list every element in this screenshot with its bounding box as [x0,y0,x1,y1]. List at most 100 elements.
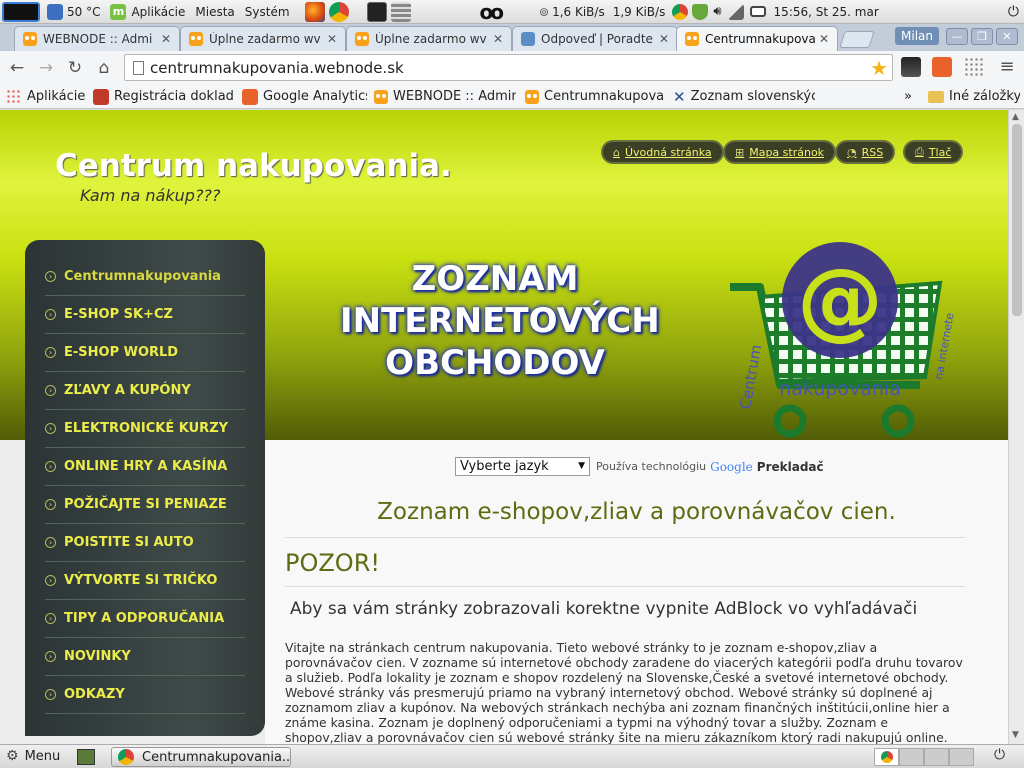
show-desktop-icon[interactable] [77,749,95,765]
tab-close-icon[interactable]: ✕ [161,32,171,46]
bookmark-centrum[interactable]: Centrumnakupovar [525,87,665,106]
os-taskbar: ⚙ Menu Centrumnakupovania... ⏻ [0,744,1024,768]
scrollbar-thumb[interactable] [1012,124,1022,316]
workspace-switcher[interactable] [874,748,974,766]
tab-odpoved[interactable]: Odpoveď | Poradte ✕ [512,26,678,51]
menu-item-eshop-world[interactable]: › E-SHOP WORLD [45,334,245,372]
launcher-terminal[interactable] [365,0,389,24]
menu-item-tricko[interactable]: › VÝTVORTE SI TRIČKO [45,562,245,600]
tab-close-icon[interactable]: ✕ [819,32,829,46]
profile-button[interactable]: Milan [895,27,939,45]
tab-close-icon[interactable]: ✕ [659,32,669,46]
tab-label: WEBNODE :: Admi [43,32,153,46]
tray-signal[interactable] [725,0,747,24]
system-monitor[interactable]: oo [475,0,506,24]
link-home[interactable]: ⌂ Úvodná stránka [601,140,724,164]
chrome-tray-icon [672,3,689,20]
net-down-label: 1,6 KiB/s [552,4,605,19]
menu-places[interactable]: Miesta [190,0,239,24]
menu-item-odkazy[interactable]: › ODKAZY [45,676,245,714]
tab-zadarmo-1[interactable]: Úplne zadarmo wv ✕ [180,26,346,51]
site-title[interactable]: Centrum nakupovania. [55,148,452,184]
taskbar-window-chrome[interactable]: Centrumnakupovania... [111,747,291,767]
menu-item-hry[interactable]: › ONLINE HRY A KASÍNA [45,448,245,486]
menu-item-centrumnakupovania[interactable]: › Centrumnakupovania [45,258,245,296]
circle-arrow-icon: › [45,461,56,472]
menu-item-novinky[interactable]: › NOVINKY [45,638,245,676]
workspace-3[interactable] [924,748,949,766]
bookmark-other[interactable]: Iné záložky [928,87,1020,106]
shutdown-button[interactable]: ⏻ [994,747,1005,763]
link-print[interactable]: ⎙ Tlač [903,140,964,164]
link-rss[interactable]: ◔ RSS [835,140,896,164]
bookmark-star-icon[interactable]: ★ [870,56,888,80]
link-label: RSS [861,145,884,159]
power-button[interactable]: ⏻ [1003,0,1024,24]
google-logo: Google [710,459,753,474]
webnode-icon [525,89,539,104]
menu-item-kurzy[interactable]: › ELEKTRONICKÉ KURZY [45,410,245,448]
tab-label: Odpoveď | Poradte [541,32,653,46]
workspace-2[interactable] [899,748,924,766]
minimize-button[interactable]: — [946,28,968,45]
scroll-up-icon[interactable]: ▲ [1012,112,1019,122]
forward-button[interactable]: → [35,57,57,79]
tab-centrumnakupovania[interactable]: Centrumnakupova ✕ [676,26,838,51]
menu-item-peniaze[interactable]: › POŽIČAJTE SI PENIAZE [45,486,245,524]
launcher-firefox[interactable] [303,0,327,24]
bookmark-analytics[interactable]: Google Analytics [242,87,367,106]
vertical-scrollbar[interactable]: ▲ ▼ [1008,110,1024,744]
menu-applications[interactable]: m Aplikácie [105,0,190,24]
desktop-switcher[interactable] [0,0,42,24]
launcher-calculator[interactable] [389,0,413,24]
bookmark-registracia[interactable]: Registrácia dokladu [93,87,233,106]
dots-extension-icon[interactable] [964,57,984,77]
arrow-right-icon: → [38,58,54,78]
launcher-chrome[interactable] [327,0,351,24]
language-select[interactable]: Vyberte jazyk ▼ [455,457,590,476]
bookmark-apps[interactable]: Aplikácie [6,87,86,106]
new-tab-button[interactable] [839,31,875,48]
home-button[interactable]: ⌂ [93,57,115,79]
analytics-extension-icon[interactable] [932,57,952,77]
menu-item-eshop-skcz[interactable]: › E-SHOP SK+CZ [45,296,245,334]
tab-close-icon[interactable]: ✕ [493,32,503,46]
link-sitemap[interactable]: ⊞ Mapa stránok [723,140,837,164]
page-icon [133,61,144,75]
menu-item-tipy[interactable]: › TIPY A ODPORUČANIA [45,600,245,638]
scroll-down-icon[interactable]: ▼ [1012,730,1019,740]
bookmark-webnode[interactable]: WEBNODE :: Admin [374,87,516,106]
bookmarks-overflow[interactable]: » [904,87,918,106]
divider [285,586,965,587]
back-button[interactable]: ← [6,57,28,79]
start-menu-button[interactable]: ⚙ Menu [6,748,60,764]
layers-extension-icon[interactable] [901,57,921,77]
menu-item-zlavy[interactable]: › ZĽAVY A KUPÓNY [45,372,245,410]
menu-system[interactable]: Systém [240,0,295,24]
bookmark-label: Aplikácie [27,89,86,104]
bookmark-label: Iné záložky [949,89,1020,104]
menu-item-label: VÝTVORTE SI TRIČKO [64,573,218,588]
circle-arrow-icon: › [45,309,56,320]
browser-tab-bar: WEBNODE :: Admi ✕ Úplne zadarmo wv ✕ Úpl… [0,24,1024,51]
translate-link[interactable]: Prekladač [757,460,824,474]
workspace-1[interactable] [874,748,899,766]
bookmarks-bar: Aplikácie Registrácia dokladu Google Ana… [0,84,1024,109]
tray-volume[interactable]: 🔊︎ [710,0,724,24]
tab-zadarmo-2[interactable]: Úplne zadarmo wv ✕ [346,26,512,51]
workspace-4[interactable] [949,748,974,766]
maximize-button[interactable]: ❐ [971,28,993,45]
close-window-button[interactable]: ✕ [996,28,1018,45]
tray-chrome[interactable] [670,0,690,24]
tab-close-icon[interactable]: ✕ [327,32,337,46]
menu-icon[interactable]: ≡ [997,57,1017,77]
tray-shield[interactable] [690,0,710,24]
tray-battery[interactable] [747,0,769,24]
clock[interactable]: 15:56, St 25. mar [769,0,884,24]
menu-item-auto[interactable]: › POISTITE SI AUTO [45,524,245,562]
address-bar[interactable]: centrumnakupovania.webnode.sk ★ [124,54,893,81]
bookmark-zoznam[interactable]: ✕ Zoznam slovenskýc [673,87,815,106]
tab-webnode-admin[interactable]: WEBNODE :: Admi ✕ [14,26,180,51]
circle-arrow-icon: › [45,271,56,282]
reload-button[interactable]: ↻ [64,57,86,79]
